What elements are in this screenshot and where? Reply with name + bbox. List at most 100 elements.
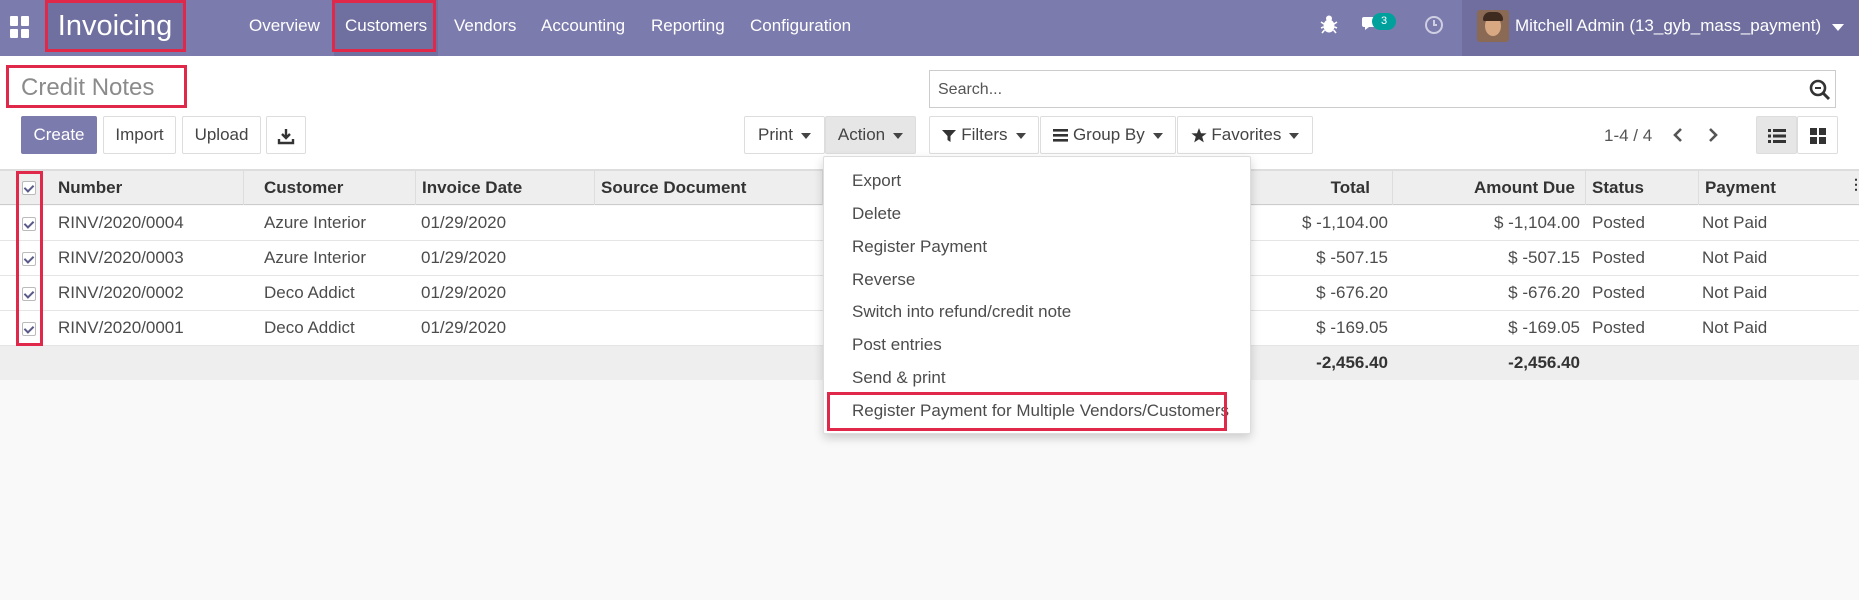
cell-amount-due: $ -169.05 [1508, 318, 1580, 337]
menu-vendors[interactable]: Vendors [454, 0, 516, 56]
menu-item-send-print[interactable]: Send & print [852, 368, 946, 388]
kanban-view-icon [1809, 127, 1826, 144]
cell-total: $ -1,104.00 [1301, 213, 1388, 232]
menu-configuration[interactable]: Configuration [750, 0, 851, 56]
cell-customer: Deco Addict [264, 318, 355, 337]
action-dropdown-menu: Export Delete Register Payment Reverse S… [823, 156, 1251, 434]
cell-number: RINV/2020/0003 [58, 248, 184, 267]
print-label: Print [758, 125, 793, 144]
col-number[interactable]: Number [52, 171, 244, 205]
menu-item-register-payment[interactable]: Register Payment [852, 237, 987, 257]
filters-button[interactable]: Filters [929, 116, 1039, 154]
col-invoice-date[interactable]: Invoice Date [416, 171, 595, 205]
chevron-down-icon [1832, 24, 1844, 31]
cell-payment: Not Paid [1702, 318, 1768, 337]
menu-item-reverse[interactable]: Reverse [852, 270, 915, 290]
cell-total: $ -169.05 [1316, 318, 1388, 337]
cell-number: RINV/2020/0002 [58, 283, 184, 302]
import-button[interactable]: Import [103, 116, 176, 154]
footer-amount-due: -2,456.40 [1508, 353, 1580, 372]
filters-label: Filters [961, 125, 1008, 144]
col-source-document[interactable]: Source Document [595, 171, 823, 205]
menu-accounting[interactable]: Accounting [541, 0, 625, 56]
clock-icon[interactable] [1424, 15, 1444, 40]
chevron-down-icon [800, 132, 811, 139]
cell-status: Posted [1592, 213, 1645, 232]
group-by-button[interactable]: Group By [1040, 116, 1176, 154]
chevron-down-icon [1152, 132, 1163, 139]
chevron-down-icon [1015, 132, 1026, 139]
action-button[interactable]: Action [825, 116, 916, 154]
avatar [1477, 10, 1509, 42]
app-brand[interactable]: Invoicing [46, 2, 184, 52]
cell-number: RINV/2020/0004 [58, 213, 184, 232]
pager-next-icon[interactable] [1707, 127, 1719, 148]
cell-date: 01/29/2020 [421, 213, 507, 232]
menu-customers[interactable]: Customers [334, 0, 439, 56]
favorites-button[interactable]: Favorites [1177, 116, 1313, 154]
print-button[interactable]: Print [744, 116, 825, 154]
user-menu[interactable]: Mitchell Admin (13_gyb_mass_payment) [1462, 0, 1859, 56]
cell-amount-due: $ -507.15 [1508, 248, 1580, 267]
list-view-icon [1767, 128, 1786, 143]
row-checkbox[interactable] [22, 287, 36, 301]
apps-grid-icon[interactable] [10, 16, 32, 38]
cell-date: 01/29/2020 [421, 283, 507, 302]
cell-customer: Azure Interior [264, 248, 367, 267]
select-all-checkbox[interactable] [22, 181, 36, 195]
action-label: Action [837, 125, 886, 144]
col-amount-due[interactable]: Amount Due [1393, 171, 1586, 205]
page-title: Credit Notes [21, 74, 155, 101]
cell-payment: Not Paid [1702, 248, 1768, 267]
col-total[interactable]: Total [1251, 171, 1393, 205]
menu-item-switch-refund[interactable]: Switch into refund/credit note [852, 302, 1071, 322]
menu-item-post-entries[interactable]: Post entries [852, 335, 942, 355]
download-icon[interactable] [266, 116, 306, 154]
row-checkbox[interactable] [22, 217, 36, 231]
bug-icon[interactable] [1320, 14, 1338, 39]
cell-status: Posted [1592, 318, 1645, 337]
pager-previous-icon[interactable] [1672, 127, 1684, 148]
menu-overview[interactable]: Overview [249, 0, 320, 56]
search-icon[interactable] [1809, 79, 1831, 106]
messages-badge: 3 [1372, 13, 1396, 30]
cell-status: Posted [1592, 283, 1645, 302]
menu-item-export[interactable]: Export [852, 171, 901, 191]
cell-customer: Deco Addict [264, 283, 355, 302]
footer-total: -2,456.40 [1316, 353, 1388, 372]
row-checkbox[interactable] [22, 322, 36, 336]
chevron-down-icon [893, 132, 904, 139]
create-button[interactable]: Create [21, 116, 97, 154]
cell-customer: Azure Interior [264, 213, 367, 232]
top-navbar: Invoicing Overview Customers Vendors Acc… [0, 0, 1859, 56]
cell-number: RINV/2020/0001 [58, 318, 184, 337]
cell-amount-due: $ -676.20 [1508, 283, 1580, 302]
list-view-button[interactable] [1756, 116, 1797, 154]
col-status[interactable]: Status [1586, 171, 1699, 205]
cell-date: 01/29/2020 [421, 248, 507, 267]
cell-amount-due: $ -1,104.00 [1493, 213, 1580, 232]
kanban-view-button[interactable] [1797, 116, 1838, 154]
group-by-label: Group By [1072, 125, 1145, 144]
cell-status: Posted [1592, 248, 1645, 267]
cell-payment: Not Paid [1702, 213, 1768, 232]
upload-button[interactable]: Upload [182, 116, 261, 154]
pager-value[interactable]: 1-4 / 4 [1604, 126, 1652, 146]
menu-item-delete[interactable]: Delete [852, 204, 901, 224]
cell-total: $ -507.15 [1316, 248, 1388, 267]
menu-reporting[interactable]: Reporting [651, 0, 725, 56]
cell-payment: Not Paid [1702, 283, 1768, 302]
col-payment[interactable]: Payment [1699, 171, 1839, 205]
favorites-label: Favorites [1211, 125, 1282, 144]
list-bars-icon [1053, 129, 1069, 142]
col-customer[interactable]: Customer [258, 171, 416, 205]
row-checkbox[interactable] [22, 252, 36, 266]
search-placeholder: Search... [938, 81, 1003, 98]
menu-item-register-payment-multiple[interactable]: Register Payment for Multiple Vendors/Cu… [852, 401, 1229, 421]
star-icon [1191, 128, 1207, 143]
column-options-icon[interactable]: ⋮ [1849, 177, 1859, 191]
cell-total: $ -676.20 [1316, 283, 1388, 302]
filter-icon [942, 129, 957, 142]
search-input[interactable]: Search... [929, 70, 1836, 108]
cell-date: 01/29/2020 [421, 318, 507, 337]
